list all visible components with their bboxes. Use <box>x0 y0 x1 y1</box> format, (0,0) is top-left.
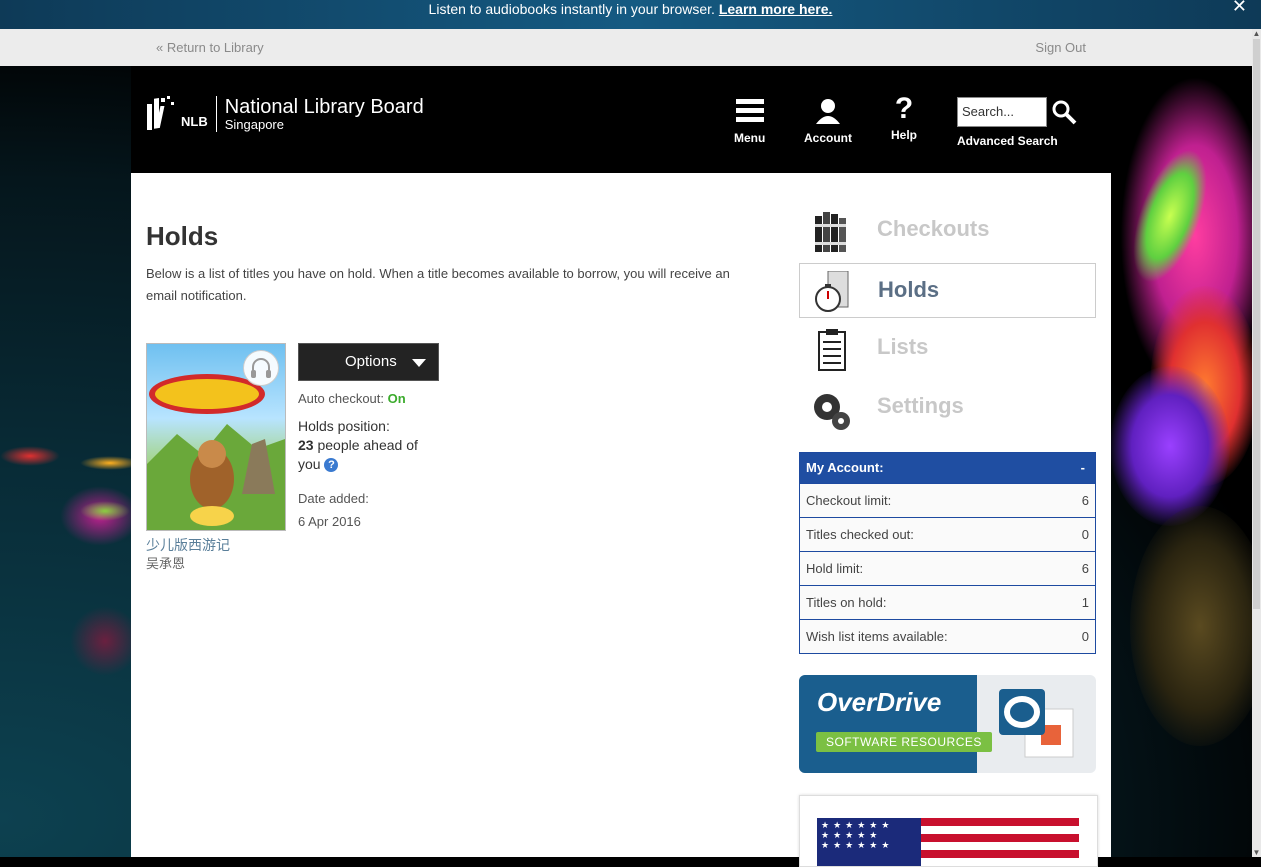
account-row-titles-on-hold: Titles on hold: 1 <box>800 585 1095 619</box>
auto-checkout-label: Auto checkout: <box>298 391 384 406</box>
auto-checkout-status: Auto checkout: On <box>298 391 406 406</box>
account-label: Account <box>804 131 852 145</box>
overdrive-brand: OverDrive <box>817 687 942 717</box>
date-added-label: Date added: <box>298 491 369 506</box>
book-title-link[interactable]: 少儿版西游记 <box>146 535 230 555</box>
sign-out-link[interactable]: Sign Out <box>1035 40 1086 55</box>
row-label: Titles checked out: <box>806 527 914 542</box>
options-label: Options <box>345 353 397 370</box>
return-to-library-link[interactable]: « Return to Library <box>156 40 264 55</box>
nav-lists[interactable]: Lists <box>799 321 1096 376</box>
holds-position: Holds position: 23 people ahead of you ? <box>298 417 428 474</box>
nav-checkouts-label: Checkouts <box>877 216 990 241</box>
site-header: NLB National Library Board Singapore Men… <box>131 66 1111 173</box>
nlb-logo[interactable]: NLB National Library Board Singapore <box>145 94 424 134</box>
announcement-banner: Listen to audiobooks instantly in your b… <box>0 0 1261 29</box>
nav-lists-label: Lists <box>877 334 929 359</box>
overdrive-tagline: SOFTWARE RESOURCES <box>816 732 992 752</box>
account-row-checkout-limit: Checkout limit: 6 <box>800 483 1095 517</box>
page-title: Holds <box>146 221 219 251</box>
nav-holds[interactable]: Holds <box>799 263 1096 318</box>
row-value: 0 <box>1081 629 1089 644</box>
hamburger-icon <box>735 99 764 122</box>
book-cover[interactable] <box>146 343 286 531</box>
help-button[interactable]: ? Help <box>891 92 918 143</box>
gears-icon <box>814 394 850 430</box>
page-scrollbar[interactable]: ▲ ▼ <box>1252 29 1261 857</box>
stopwatch-icon <box>815 271 849 312</box>
library-name: National Library Board <box>224 96 424 118</box>
nav-settings-label: Settings <box>877 393 964 418</box>
account-button[interactable]: Account <box>804 98 852 145</box>
books-icon <box>815 212 846 252</box>
auto-checkout-value[interactable]: On <box>388 391 406 406</box>
ahead-count: 23 <box>298 437 314 453</box>
nav-checkouts[interactable]: Checkouts <box>799 203 1096 258</box>
row-label: Checkout limit: <box>806 493 892 508</box>
account-row-titles-checked-out: Titles checked out: 0 <box>800 517 1095 551</box>
nav-settings[interactable]: Settings <box>799 380 1096 435</box>
user-icon <box>816 99 840 124</box>
account-row-hold-limit: Hold limit: 6 <box>800 551 1095 585</box>
menu-button[interactable]: Menu <box>734 98 765 145</box>
account-row-wish-list: Wish list items available: 0 <box>800 619 1095 653</box>
nlb-mark-icon <box>147 96 174 130</box>
learn-more-link[interactable]: Learn more here. <box>719 1 833 17</box>
flag-stars: ★★★★★★ ★★★★★ ★★★★★★ <box>817 818 921 866</box>
banner-text: Listen to audiobooks instantly in your b… <box>428 1 715 17</box>
logo-short-text: NLB <box>181 113 208 129</box>
row-label: Hold limit: <box>806 561 864 576</box>
nav-holds-label: Holds <box>878 277 940 302</box>
my-account-panel: My Account: - Checkout limit: 6 Titles ch… <box>799 452 1096 654</box>
scrollbar-thumb[interactable] <box>1253 39 1260 609</box>
overdrive-banner[interactable]: OverDrive SOFTWARE RESOURCES <box>799 675 1096 773</box>
my-account-title: My Account: <box>806 460 884 475</box>
headphones-icon <box>243 350 279 386</box>
page-description: Below is a list of titles you have on ho… <box>146 266 730 303</box>
close-icon[interactable]: ✕ <box>1232 0 1247 15</box>
row-label: Titles on hold: <box>806 595 887 610</box>
us-flag-image: ★★★★★★ ★★★★★ ★★★★★★ <box>817 818 1079 866</box>
row-label: Wish list items available: <box>806 629 948 644</box>
row-value: 1 <box>1081 595 1089 610</box>
question-mark-icon: ? <box>894 92 914 125</box>
menu-label: Menu <box>734 131 766 145</box>
overdrive-logo-icon <box>999 689 1074 758</box>
row-value: 0 <box>1081 527 1089 542</box>
caret-down-icon <box>412 359 426 367</box>
options-dropdown-button[interactable]: Options <box>298 343 439 381</box>
library-country: Singapore <box>224 117 284 132</box>
collapse-toggle[interactable]: - <box>1081 453 1085 483</box>
search-input[interactable]: Search... <box>957 97 1047 127</box>
book-author: 吴承恩 <box>146 556 186 571</box>
help-label: Help <box>891 128 918 142</box>
search-icon[interactable] <box>1051 99 1077 125</box>
main-content: Holds Below is a list of titles you have… <box>131 173 1111 867</box>
clipboard-icon <box>818 329 846 371</box>
advanced-search-link[interactable]: Advanced Search <box>957 134 1058 148</box>
help-question-icon[interactable]: ? <box>324 458 339 473</box>
row-value: 6 <box>1081 561 1089 576</box>
my-account-header[interactable]: My Account: - <box>800 453 1095 483</box>
date-added-value: 6 Apr 2016 <box>298 514 361 529</box>
logo-divider <box>215 96 217 132</box>
ahead-text: people ahead of you <box>298 437 418 472</box>
promo-flag-card[interactable]: ★★★★★★ ★★★★★ ★★★★★★ <box>799 795 1098 867</box>
sub-navigation: « Return to Library Sign Out <box>0 29 1252 66</box>
row-value: 6 <box>1081 493 1089 508</box>
holds-position-label: Holds position: <box>298 418 390 434</box>
